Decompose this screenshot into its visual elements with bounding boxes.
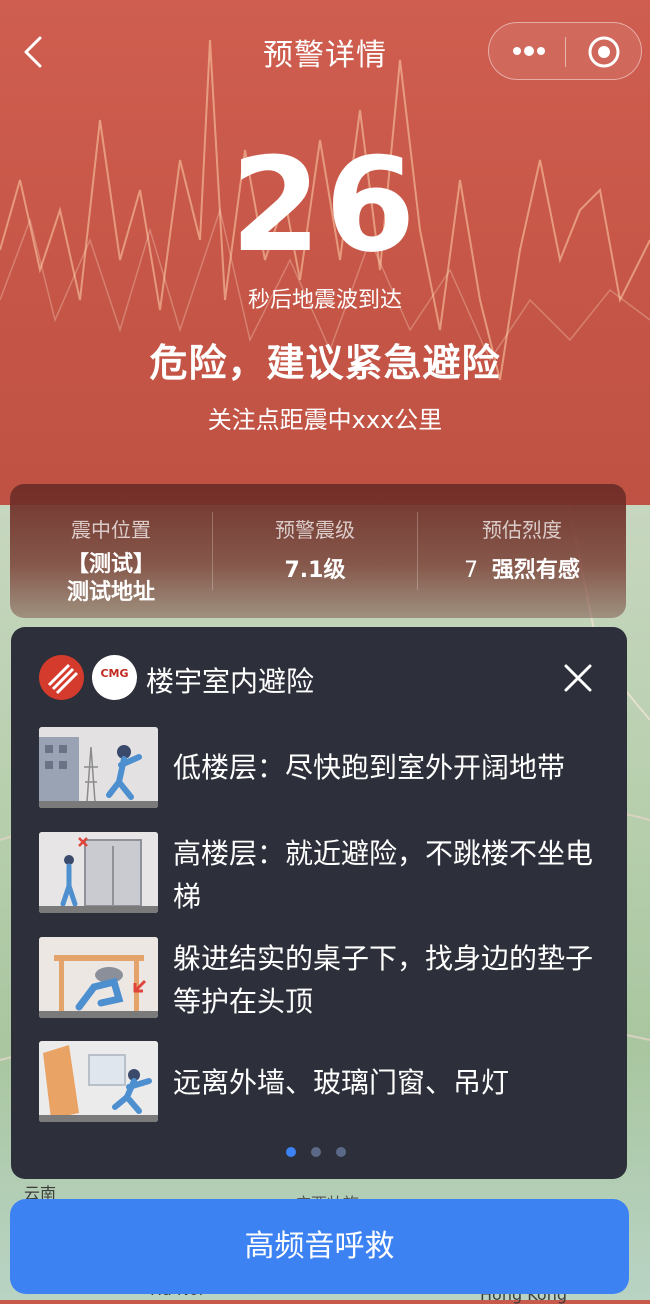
epicenter-value-line1: 【测试】 [66,552,155,577]
intensity-label: 预估烈度 [482,518,562,542]
magnitude-value: 7.1级 [284,558,346,583]
quake-info-card: 震中位置 【测试】 测试地址 预警震级 7.1级 预估烈度 7 强烈有感 [10,484,626,618]
countdown-seconds: 26 [230,129,420,281]
guide-item-text: 远离外墙、玻璃门窗、吊灯 [173,1066,510,1099]
mini-program-capsule [488,22,642,80]
close-app-button[interactable] [587,35,621,73]
emergency-stripes-icon [47,663,79,695]
danger-level-text: 危险，建议紧急避险 [149,341,501,385]
epicenter-column: 震中位置 【测试】 测试地址 [10,484,212,618]
guide-title: 楼宇室内避险 [146,665,315,698]
pager-dot[interactable] [336,1147,346,1157]
target-icon [588,36,620,68]
alert-banner: 预警详情 26 秒后地震波到达 危险，建议紧急避险 关注点距震中xxx公里 [0,0,650,505]
epicenter-label: 震中位置 [71,518,151,542]
magnitude-label: 预警震级 [275,518,355,542]
guide-item-text: 躲进结实的桌子下，找身边的垫子等护在头顶 [173,942,594,1018]
pager-dot-active[interactable] [286,1147,296,1157]
cmg-logo: CMG [92,655,137,700]
low-floor-illustration [39,727,158,808]
emergency-logo [39,655,84,700]
magnitude-column: 预警震级 7.1级 [213,484,417,618]
countdown-subtitle: 秒后地震波到达 [247,288,402,313]
under-table-illustration [39,937,158,1018]
intensity-desc: 强烈有感 [491,558,580,583]
sos-sound-button[interactable]: 高频音呼救 [10,1199,629,1294]
more-dots-icon [513,46,545,56]
intensity-number: 7 [464,558,479,583]
away-from-wall-illustration [39,1041,158,1122]
guide-item-text: 低楼层：尽快跑到室外开阔地带 [173,751,566,784]
distance-text: 关注点距震中xxx公里 [207,406,443,434]
cmg-logo-text: CMG [100,667,129,680]
high-floor-illustration [39,832,158,913]
more-menu-button[interactable] [511,41,547,65]
guide-item-text: 高楼层：就近避险，不跳楼不坐电梯 [173,837,594,913]
capsule-divider [565,37,566,67]
close-icon [564,664,592,692]
intensity-column: 预估烈度 7 强烈有感 [418,484,626,618]
close-guide-button[interactable] [560,660,596,696]
pager-dot[interactable] [311,1147,321,1157]
epicenter-value-line2: 测试地址 [66,580,155,605]
